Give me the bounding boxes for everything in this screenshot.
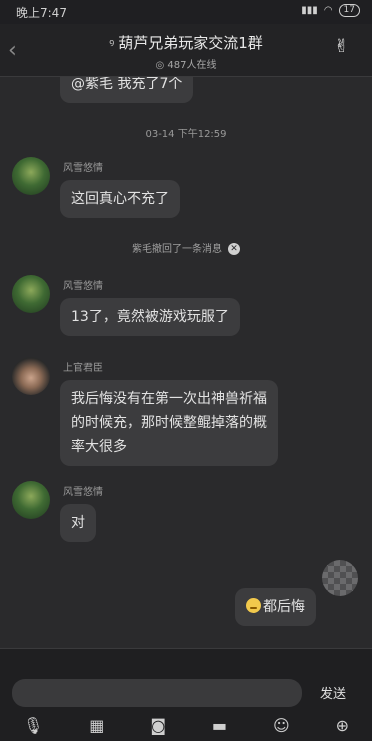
sender-name: 风雪悠情 xyxy=(63,487,103,498)
send-button[interactable]: 发送 xyxy=(320,683,346,702)
wifi-icon: ◠ xyxy=(323,5,333,16)
camera-icon[interactable]: ◙ xyxy=(150,716,166,735)
avatar[interactable] xyxy=(12,481,50,519)
close-icon[interactable]: ✕ xyxy=(228,243,240,255)
mic-icon[interactable]: 🎙 xyxy=(23,716,43,735)
sad-emoji-icon xyxy=(246,598,261,613)
group-menu-icon[interactable]: ✌ xyxy=(334,36,356,58)
message-bubble[interactable]: @紫毛 我充了7个 xyxy=(60,77,194,103)
sender-name: 风雪悠情 xyxy=(63,163,103,174)
online-icon: ◎ xyxy=(155,60,165,71)
message-bubble[interactable]: 我后悔没有在第一次出神兽祈福 的时候充，那时候整鲲掉落的概 率大很多 xyxy=(60,380,278,466)
picture-icon[interactable]: ▦ xyxy=(89,716,104,735)
message-bubble[interactable]: 对 xyxy=(60,504,96,542)
sender-name: 风雪悠情 xyxy=(63,281,103,292)
recall-notice: 紫毛撤回了一条消息 ✕ xyxy=(0,240,372,255)
status-time: 晚上7:47 xyxy=(16,6,67,20)
message-bubble[interactable]: 13了，竟然被游戏玩服了 xyxy=(60,298,240,336)
chat-title: ꝰ 葫芦兄弟玩家交流1群 xyxy=(109,34,263,52)
message-bubble[interactable]: 这回真心不充了 xyxy=(60,180,180,218)
emoji-icon[interactable]: ☺ xyxy=(273,716,290,735)
avatar[interactable] xyxy=(12,157,50,195)
avatar[interactable] xyxy=(12,357,50,395)
avatar[interactable] xyxy=(12,275,50,313)
timestamp: 03-14 下午12:59 xyxy=(145,129,227,140)
chat-area[interactable]: @紫毛 我充了7个 03-14 下午12:59 风雪悠情 这回真心不充了 紫毛撤… xyxy=(0,77,372,647)
folder-icon[interactable]: ▬ xyxy=(212,716,227,735)
status-icons: ▮▮▮ ◠ 17 xyxy=(301,4,360,17)
toolbar: 🎙 ▦ ◙ ▬ ☺ ⊕ xyxy=(0,713,372,737)
my-message-bubble[interactable]: 都后悔 xyxy=(235,588,316,626)
sender-name: 上官君臣 xyxy=(63,363,103,374)
online-count: ◎ 487人在线 xyxy=(155,60,217,71)
plus-icon[interactable]: ⊕ xyxy=(336,716,349,735)
title-bar: ‹ ꝰ 葫芦兄弟玩家交流1群 ◎ 487人在线 ✌ xyxy=(0,24,372,77)
self-avatar[interactable] xyxy=(322,560,358,596)
ear-icon: ꝰ xyxy=(109,37,115,52)
status-bar: 晚上7:47 ▮▮▮ ◠ 17 xyxy=(0,0,372,24)
message-input[interactable] xyxy=(12,679,302,707)
input-bar: 发送 🎙 ▦ ◙ ▬ ☺ ⊕ xyxy=(0,648,372,741)
battery-icon: 17 xyxy=(338,4,360,17)
signal-icon: ▮▮▮ xyxy=(301,5,318,16)
